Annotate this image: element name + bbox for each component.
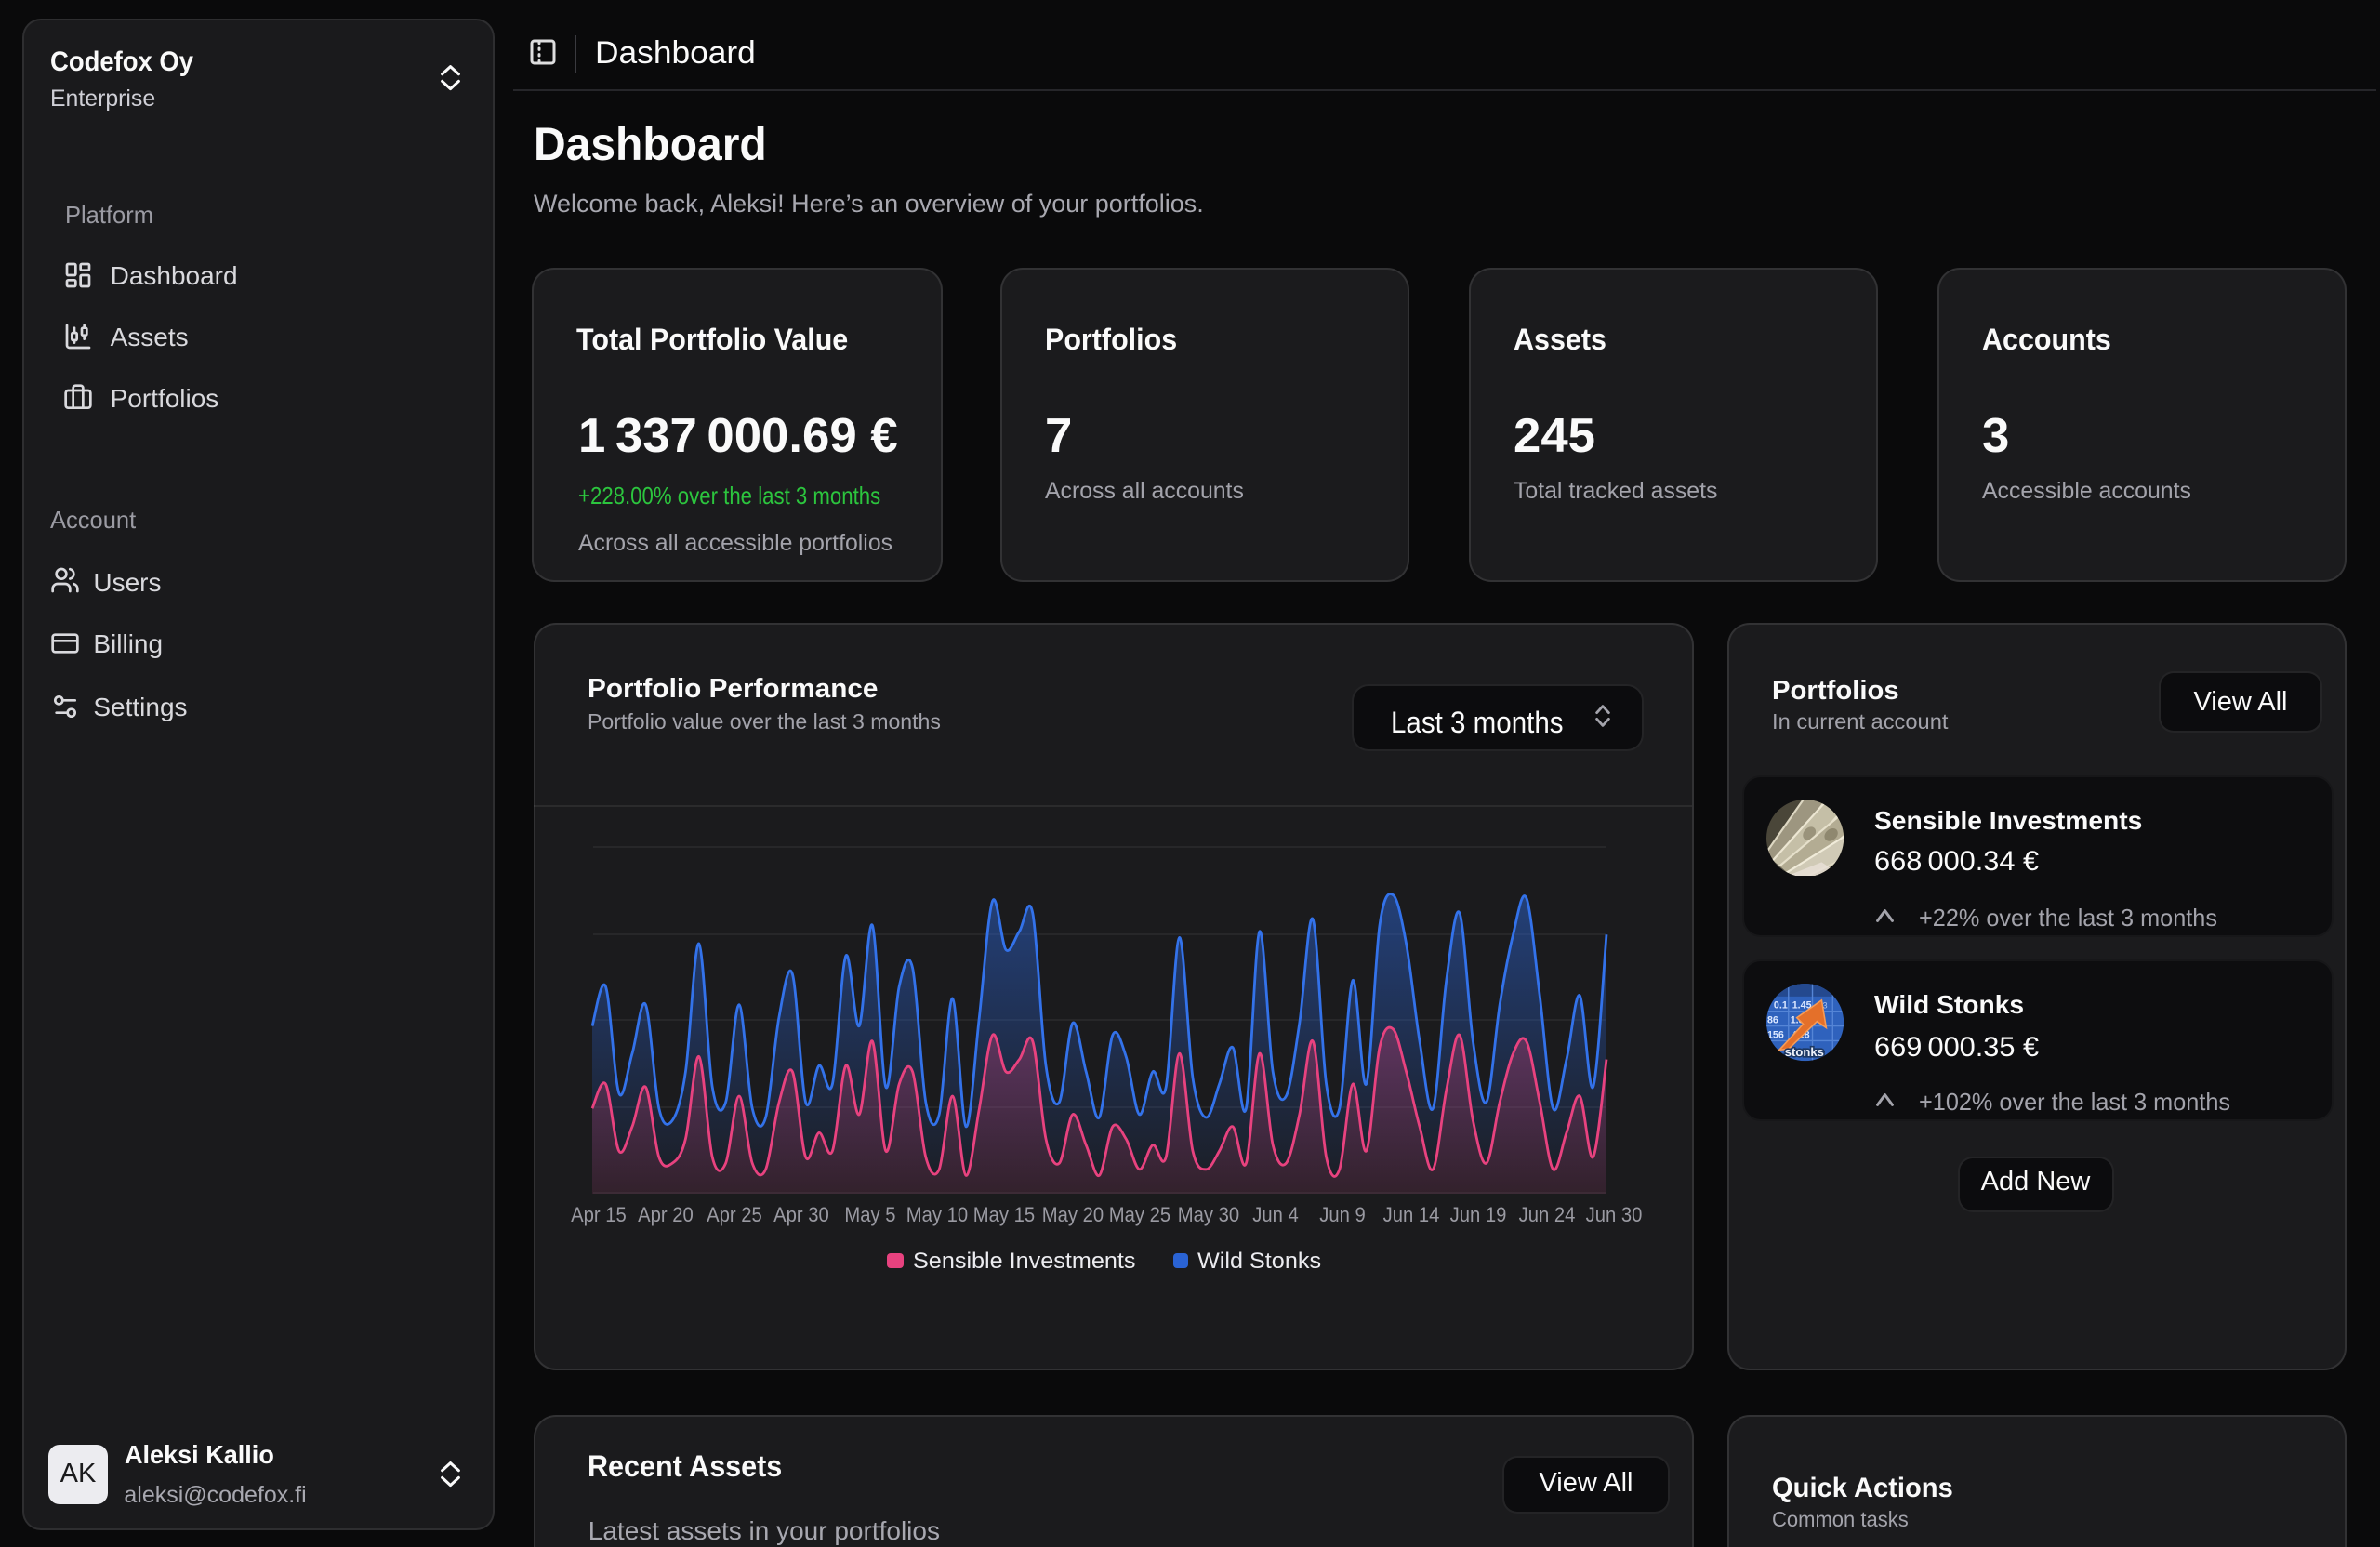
svg-text:0.1: 0.1 bbox=[1774, 1000, 1788, 1012]
svg-text:156: 156 bbox=[1767, 1030, 1784, 1041]
svg-text:86: 86 bbox=[1767, 1015, 1778, 1026]
svg-text:stonks: stonks bbox=[1785, 1046, 1824, 1060]
